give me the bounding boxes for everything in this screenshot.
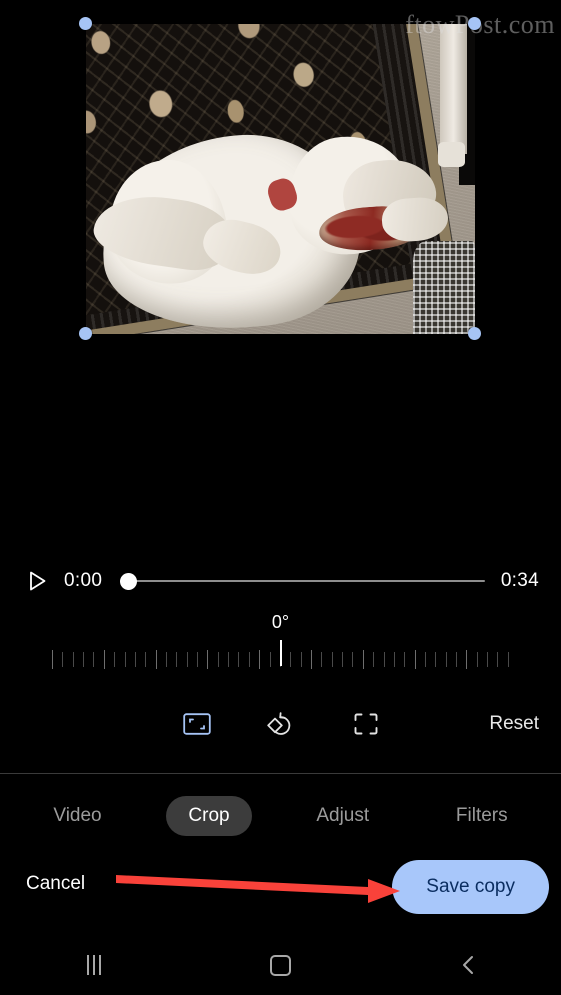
home-icon [270, 954, 291, 976]
chair-leg [440, 24, 468, 155]
video-preview-area[interactable]: ftowPost.com [0, 0, 561, 540]
aspect-ratio-button[interactable] [177, 704, 217, 744]
ruler-tick [228, 651, 230, 667]
crop-tools-row: Reset [0, 698, 561, 750]
action-bar: Cancel Save copy [0, 856, 561, 928]
ruler-tick [290, 651, 292, 667]
scrubber-track[interactable] [120, 580, 485, 582]
back-chevron-icon [462, 956, 473, 974]
playback-controls: 0:00 0:34 [0, 560, 561, 602]
section-divider [0, 773, 561, 774]
ruler-tick [466, 649, 468, 669]
ruler-tick [103, 649, 105, 669]
ruler-tick [114, 651, 116, 667]
ruler-tick [217, 651, 219, 667]
ruler-tick [134, 651, 136, 667]
ruler-tick [342, 651, 344, 667]
nav-back-button[interactable] [438, 943, 498, 987]
checked-fabric [412, 241, 475, 334]
rotation-value-label: 0° [271, 612, 290, 632]
ruler-tick [238, 651, 240, 667]
tab-video[interactable]: Video [31, 796, 123, 836]
tab-crop[interactable]: Crop [166, 796, 252, 836]
scrubber-thumb[interactable] [120, 572, 138, 590]
ruler-tick [435, 651, 437, 667]
ruler-tick [310, 649, 312, 669]
ruler-tick [507, 651, 509, 667]
ruler-tick [62, 651, 64, 667]
timeline-scrubber[interactable] [120, 569, 485, 593]
ruler-tick [321, 651, 323, 667]
ruler-tick [207, 649, 209, 669]
ruler-tick [83, 651, 85, 667]
total-time-label: 0:34 [500, 570, 539, 591]
ruler-tick [145, 651, 147, 667]
ruler-tick [414, 649, 416, 669]
ruler-tick [476, 651, 478, 667]
ruler-tick [373, 651, 375, 667]
nav-home-button[interactable] [251, 943, 311, 987]
ruler-tick [269, 651, 271, 667]
ruler-tick [124, 651, 126, 667]
reset-button[interactable]: Reset [489, 704, 539, 744]
ruler-tick [186, 651, 188, 667]
straighten-button[interactable] [346, 704, 386, 744]
tab-adjust[interactable]: Adjust [294, 796, 391, 836]
crop-handle-top-right[interactable] [468, 17, 481, 30]
ruler-tick [456, 651, 458, 667]
ruler-tick [331, 651, 333, 667]
cancel-button[interactable]: Cancel [26, 873, 85, 895]
rotate-left-icon [267, 712, 291, 735]
ruler-tick [248, 651, 250, 667]
current-time-label: 0:00 [64, 570, 103, 591]
play-button[interactable] [22, 566, 52, 596]
video-frame-outer [0, 0, 561, 360]
rotation-slider[interactable]: 0° [0, 612, 561, 674]
video-scene [86, 24, 475, 334]
ruler-tick [300, 651, 302, 667]
ruler-tick [383, 651, 385, 667]
nav-recents-button[interactable] [64, 943, 124, 987]
ruler-tick [259, 649, 261, 669]
android-nav-bar [0, 935, 561, 995]
ruler-tick [52, 649, 53, 669]
crop-handle-bottom-right[interactable] [468, 327, 481, 340]
ruler-tick [176, 651, 178, 667]
ruler-tick [393, 651, 395, 667]
editor-tab-bar: Video Crop Adjust Filters [0, 788, 561, 844]
crop-handle-top-left[interactable] [79, 17, 92, 30]
ruler-tick [155, 649, 157, 669]
crop-corners-icon [354, 713, 378, 735]
video-frame[interactable] [86, 24, 475, 334]
rotation-center-indicator [279, 640, 282, 666]
ruler-tick [352, 651, 354, 667]
ruler-tick [404, 651, 406, 667]
recents-icon [86, 955, 101, 975]
ruler-tick [424, 651, 426, 667]
ruler-tick [445, 651, 447, 667]
rotate-button[interactable] [261, 704, 301, 744]
ruler-tick [487, 651, 489, 667]
chair-foot [438, 141, 466, 167]
ruler-tick [165, 651, 167, 667]
ruler-tick [93, 651, 95, 667]
ruler-tick [72, 651, 74, 667]
crop-handle-bottom-left[interactable] [79, 327, 92, 340]
ruler-tick [362, 649, 364, 669]
tab-filters[interactable]: Filters [434, 796, 530, 836]
aspect-ratio-icon [183, 713, 211, 735]
ruler-tick [197, 651, 199, 667]
save-copy-button[interactable]: Save copy [392, 860, 549, 914]
ruler-tick [497, 651, 499, 667]
